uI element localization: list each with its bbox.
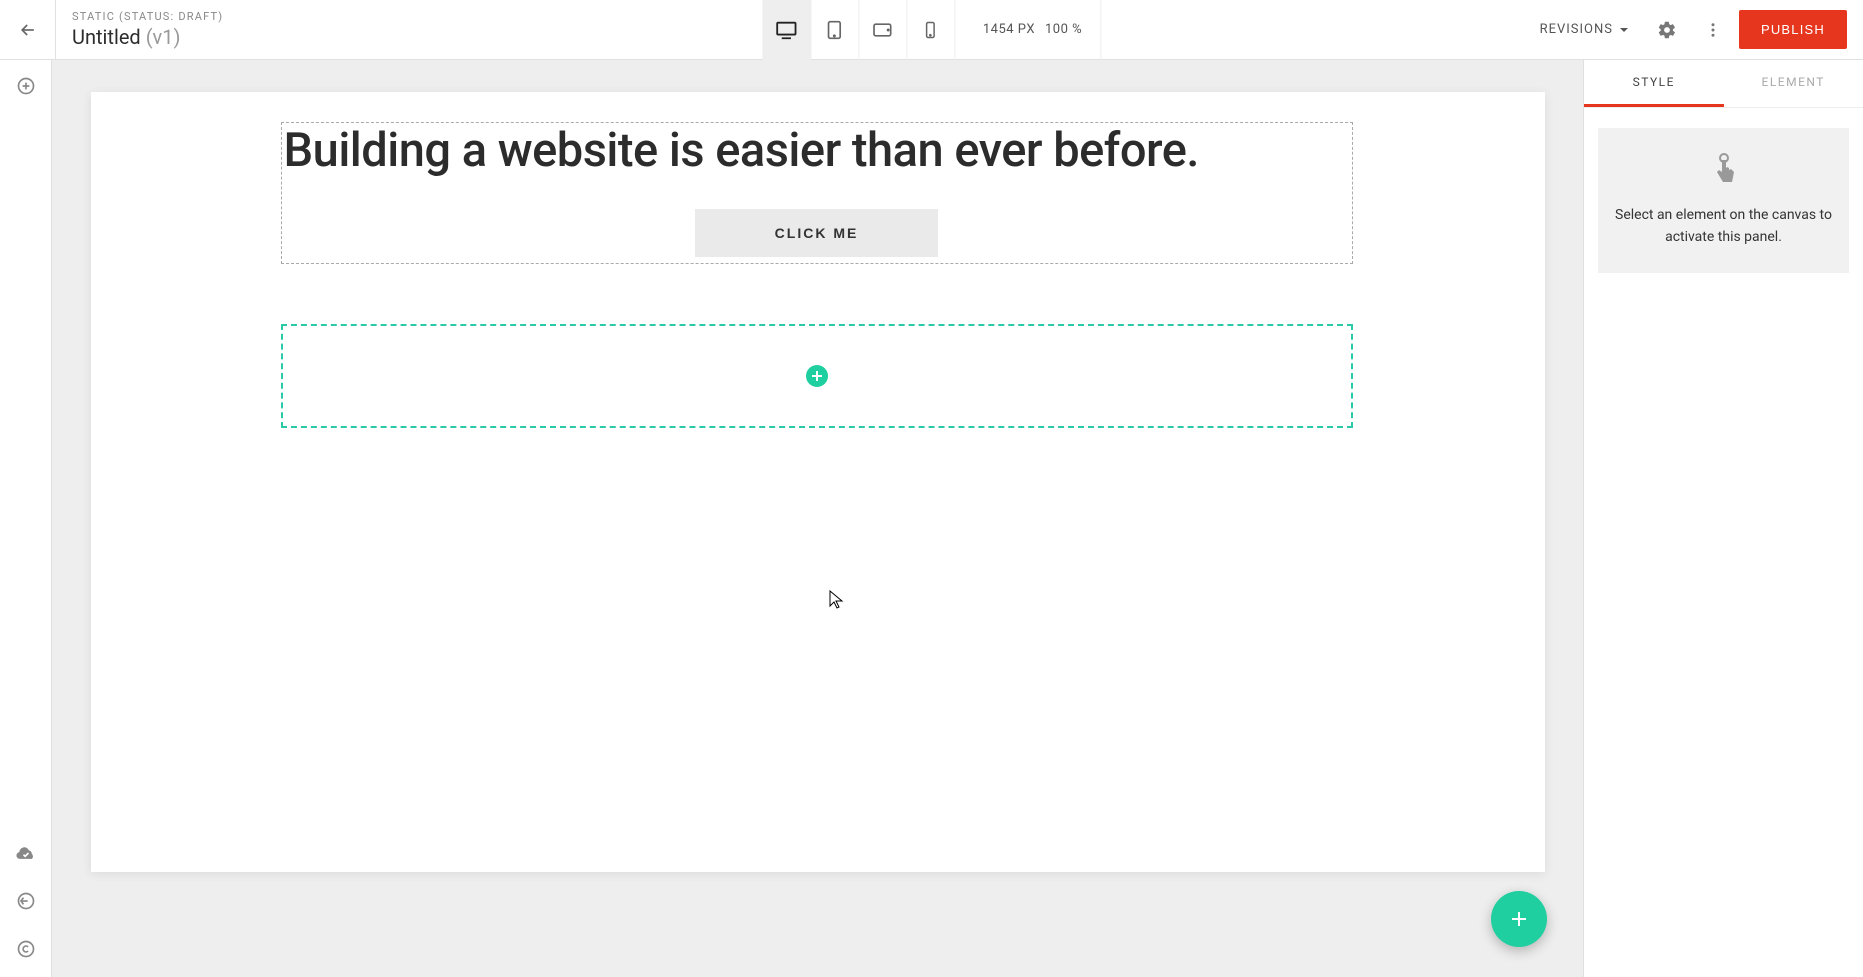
tap-icon <box>1710 152 1738 186</box>
title-block: STATIC (STATUS: DRAFT) Untitled (v1) <box>56 10 256 49</box>
zoom-level: 100 % <box>1045 22 1082 37</box>
device-tablet-portrait[interactable] <box>811 0 859 60</box>
revisions-label: REVISIONS <box>1540 22 1613 37</box>
more-vertical-icon <box>1704 21 1722 39</box>
hero-headline[interactable]: Building a website is easier than ever b… <box>282 123 1352 177</box>
left-rail <box>0 60 52 977</box>
page-title-text: Untitled <box>72 25 141 49</box>
right-panel: STYLE ELEMENT Select an element on the c… <box>1583 60 1863 977</box>
revisions-dropdown[interactable]: REVISIONS <box>1528 22 1641 37</box>
cloud-check-icon <box>16 845 36 861</box>
device-switcher: 1454 PX 100 % <box>762 0 1101 60</box>
button-row: CLICK ME <box>282 209 1352 257</box>
tab-element[interactable]: ELEMENT <box>1724 60 1863 107</box>
canvas-width: 1454 PX <box>983 22 1035 37</box>
empty-section[interactable] <box>281 324 1353 428</box>
device-phone[interactable] <box>907 0 955 60</box>
undo-icon <box>16 891 36 911</box>
zoom-display: 1454 PX 100 % <box>955 0 1101 60</box>
undo-button[interactable] <box>12 887 40 915</box>
add-element-button[interactable] <box>806 365 828 387</box>
fab-add[interactable] <box>1491 891 1547 947</box>
cloud-status[interactable] <box>12 839 40 867</box>
canvas-area[interactable]: Building a website is easier than ever b… <box>52 60 1583 977</box>
plus-icon <box>811 370 823 382</box>
arrow-left-icon <box>18 20 38 40</box>
publish-button[interactable]: PUBLISH <box>1739 10 1847 49</box>
more-button[interactable] <box>1693 10 1733 50</box>
panel-placeholder-text: Select an element on the canvas to activ… <box>1614 204 1833 249</box>
cursor-icon <box>829 590 845 610</box>
page-title: Untitled (v1) <box>72 25 256 49</box>
page-canvas[interactable]: Building a website is easier than ever b… <box>91 92 1545 872</box>
tab-style[interactable]: STYLE <box>1584 60 1724 107</box>
settings-button[interactable] <box>1647 10 1687 50</box>
back-button[interactable] <box>0 0 56 60</box>
copyright-icon <box>16 939 36 959</box>
device-desktop[interactable] <box>763 0 811 60</box>
caret-down-icon <box>1619 25 1629 35</box>
top-header: STATIC (STATUS: DRAFT) Untitled (v1) <box>0 0 1863 60</box>
page-status: STATIC (STATUS: DRAFT) <box>72 10 256 23</box>
cta-button[interactable]: CLICK ME <box>695 209 939 257</box>
panel-placeholder: Select an element on the canvas to activ… <box>1598 128 1849 273</box>
gear-icon <box>1657 20 1677 40</box>
tablet-landscape-icon <box>871 20 893 40</box>
plus-circle-icon <box>16 76 36 96</box>
tablet-portrait-icon <box>824 20 844 40</box>
section-hero[interactable]: Building a website is easier than ever b… <box>281 122 1353 264</box>
device-tablet-landscape[interactable] <box>859 0 907 60</box>
plus-icon <box>1509 909 1529 929</box>
phone-icon <box>921 20 939 40</box>
copyright-button[interactable] <box>12 935 40 963</box>
desktop-icon <box>775 19 797 41</box>
page-version: (v1) <box>146 25 181 49</box>
header-right: REVISIONS PUBLISH <box>1528 10 1863 50</box>
panel-tabs: STYLE ELEMENT <box>1584 60 1863 108</box>
add-section-button[interactable] <box>12 72 40 100</box>
